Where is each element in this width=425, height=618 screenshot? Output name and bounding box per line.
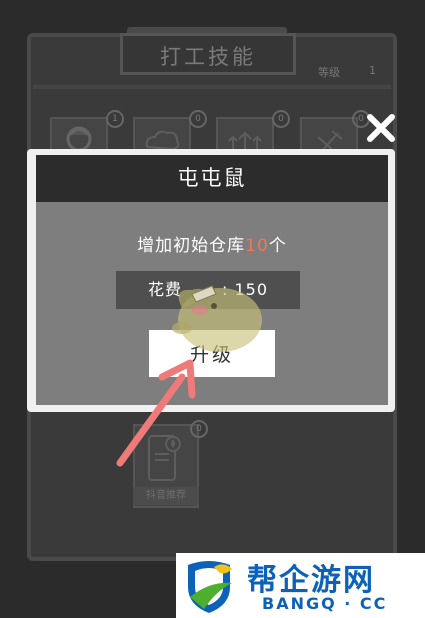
description-prefix: 增加初始仓库 xyxy=(137,236,246,256)
watermark-name: 帮企游网 xyxy=(247,563,375,598)
close-icon[interactable] xyxy=(363,110,399,146)
description-suffix: 个 xyxy=(268,236,287,256)
level-value: 1 xyxy=(369,64,376,77)
skill-badge-3: 0 xyxy=(272,110,290,128)
skill-description: 增加初始仓库10个 xyxy=(36,231,388,256)
modal-title: 屯屯鼠 xyxy=(177,166,247,190)
description-value: 10 xyxy=(245,236,269,256)
watermark-logo-icon xyxy=(188,561,232,613)
panel-title: 打工技能 xyxy=(160,45,256,69)
cost-value: 150 xyxy=(234,280,269,299)
watermark-domain: BANGQ · CC xyxy=(262,594,388,613)
skill-card-douyin-label: 抖音推荐 xyxy=(133,487,199,505)
upgrade-button[interactable]: 升级 xyxy=(149,330,275,377)
skill-badge-1: 1 xyxy=(106,110,124,128)
phone-fire-icon xyxy=(148,435,181,481)
skill-badge-douyin: 0 xyxy=(190,420,208,438)
level-label: 等级 xyxy=(318,66,340,79)
skill-badge-2: 0 xyxy=(189,110,207,128)
header-divider xyxy=(33,85,391,89)
cost-text: 花费: 150 xyxy=(147,280,269,299)
cost-label: 花费 xyxy=(147,280,182,299)
